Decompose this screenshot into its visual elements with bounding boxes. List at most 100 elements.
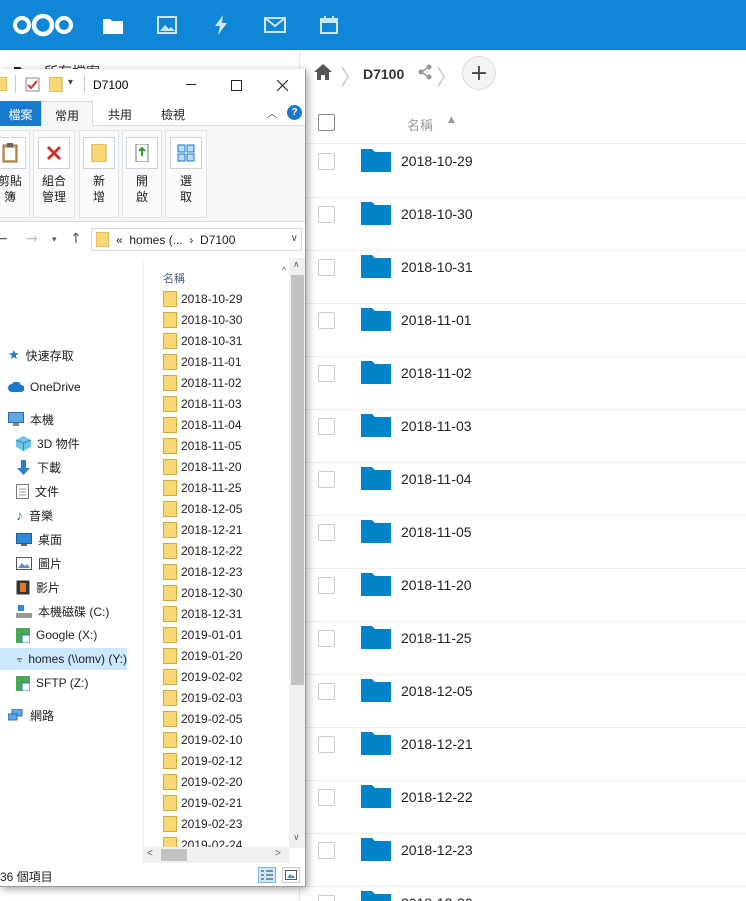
nav-item-downloads[interactable]: 下載: [16, 456, 143, 478]
list-item[interactable]: 2018-11-01: [163, 351, 242, 372]
file-name[interactable]: 2018-11-04: [401, 471, 472, 487]
scroll-down-icon[interactable]: ∨: [293, 832, 300, 843]
details-view-button[interactable]: [258, 867, 276, 883]
file-name[interactable]: 2018-10-31: [401, 259, 473, 275]
nav-item-local-disk[interactable]: 本機磁碟 (C:): [16, 600, 143, 622]
list-item[interactable]: 2018-10-29: [163, 288, 242, 309]
table-row[interactable]: 2018-10-30: [300, 198, 746, 251]
nav-item-desktop[interactable]: 桌面: [16, 528, 143, 550]
nav-item-pictures[interactable]: 圖片: [16, 552, 143, 574]
table-row[interactable]: 2018-11-02: [300, 357, 746, 410]
minimize-button[interactable]: [176, 73, 206, 97]
name-column-header[interactable]: 名稱: [407, 115, 433, 134]
table-row[interactable]: 2018-11-04: [300, 463, 746, 516]
list-item[interactable]: 2018-10-30: [163, 309, 242, 330]
share-icon[interactable]: [417, 64, 433, 83]
list-item[interactable]: 2018-11-05: [163, 435, 242, 456]
address-input[interactable]: « homes (... › D7100 ∨: [91, 228, 302, 251]
list-item[interactable]: 2019-02-03: [163, 687, 242, 708]
file-name[interactable]: 2018-12-21: [401, 736, 473, 752]
list-item[interactable]: 2018-12-30: [163, 582, 242, 603]
nextcloud-logo-icon[interactable]: [12, 12, 74, 41]
close-button[interactable]: [267, 73, 297, 97]
file-name[interactable]: 2018-12-23: [401, 842, 473, 858]
file-name[interactable]: 2018-12-05: [401, 683, 473, 699]
file-name[interactable]: 2018-11-25: [401, 630, 472, 646]
nav-item-network[interactable]: 網路: [8, 704, 143, 726]
nav-item-documents[interactable]: 文件: [16, 480, 143, 502]
scroll-up-icon[interactable]: ∧: [293, 259, 300, 270]
scroll-left-icon[interactable]: <: [147, 848, 153, 859]
scrollbar-thumb[interactable]: [291, 275, 304, 685]
list-item[interactable]: 2019-02-20: [163, 771, 242, 792]
table-row[interactable]: 2018-11-03: [300, 410, 746, 463]
row-checkbox[interactable]: [318, 895, 335, 901]
list-item[interactable]: 2018-12-31: [163, 603, 242, 624]
list-item[interactable]: 2019-02-21: [163, 792, 242, 813]
properties-icon[interactable]: [25, 77, 40, 95]
file-name[interactable]: 2018-12-30: [401, 895, 473, 901]
nav-item-3d-objects[interactable]: 3D 物件: [16, 432, 143, 454]
files-icon[interactable]: [98, 10, 128, 40]
row-checkbox[interactable]: [318, 736, 335, 753]
help-icon[interactable]: ?: [287, 105, 302, 120]
calendar-icon[interactable]: [314, 10, 344, 40]
name-column-header[interactable]: 名稱: [163, 270, 185, 286]
nav-item-homes[interactable]: homes (\\omv) (Y:): [0, 648, 127, 670]
up-arrow-icon[interactable]: ↑: [70, 231, 82, 247]
row-checkbox[interactable]: [318, 365, 335, 382]
new-folder-icon[interactable]: [48, 76, 63, 95]
row-checkbox[interactable]: [318, 259, 335, 276]
select-button[interactable]: 選 取: [165, 130, 207, 218]
table-row[interactable]: 2018-10-31: [300, 251, 746, 304]
table-row[interactable]: 2018-12-23: [300, 834, 746, 887]
row-checkbox[interactable]: [318, 312, 335, 329]
large-icons-view-button[interactable]: [282, 867, 300, 883]
scroll-right-icon[interactable]: >: [275, 848, 281, 859]
file-name[interactable]: 2018-11-20: [401, 577, 472, 593]
file-name[interactable]: 2018-11-05: [401, 524, 472, 540]
horizontal-scrollbar[interactable]: < >: [143, 847, 289, 863]
list-item[interactable]: 2019-01-20: [163, 645, 242, 666]
list-item[interactable]: 2018-11-03: [163, 393, 242, 414]
home-icon[interactable]: [314, 64, 332, 83]
nav-item-sftp[interactable]: SFTP (Z:): [16, 672, 143, 694]
row-checkbox[interactable]: [318, 153, 335, 170]
recent-locations-icon[interactable]: ▾: [52, 235, 57, 245]
list-item[interactable]: 2018-11-25: [163, 477, 242, 498]
row-checkbox[interactable]: [318, 524, 335, 541]
back-arrow-icon[interactable]: ←: [0, 231, 8, 247]
vertical-scrollbar[interactable]: ∧ ∨: [289, 258, 305, 848]
new-button[interactable]: 新 增: [79, 130, 119, 218]
list-item[interactable]: 2018-12-22: [163, 540, 242, 561]
table-row[interactable]: 2018-11-05: [300, 516, 746, 569]
chevron-down-icon[interactable]: ∨: [291, 233, 298, 244]
row-checkbox[interactable]: [318, 789, 335, 806]
list-item[interactable]: 2019-02-02: [163, 666, 242, 687]
list-item[interactable]: 2019-02-23: [163, 813, 242, 834]
list-item[interactable]: 2018-12-23: [163, 561, 242, 582]
list-item[interactable]: 2019-02-12: [163, 750, 242, 771]
table-row[interactable]: 2018-11-20: [300, 569, 746, 622]
file-name[interactable]: 2018-10-30: [401, 206, 473, 222]
scrollbar-thumb[interactable]: [161, 849, 187, 861]
table-row[interactable]: 2018-12-30: [300, 887, 746, 901]
list-item[interactable]: 2018-11-04: [163, 414, 242, 435]
row-checkbox[interactable]: [318, 630, 335, 647]
row-checkbox[interactable]: [318, 683, 335, 700]
list-item[interactable]: 2018-10-31: [163, 330, 242, 351]
table-row[interactable]: 2018-12-05: [300, 675, 746, 728]
table-row[interactable]: 2018-12-21: [300, 728, 746, 781]
nav-item-this-pc[interactable]: 本機: [8, 408, 143, 430]
tab-view[interactable]: 檢視: [153, 101, 193, 126]
list-item[interactable]: 2018-12-05: [163, 498, 242, 519]
file-name[interactable]: 2018-11-03: [401, 418, 472, 434]
forward-arrow-icon[interactable]: →: [26, 231, 38, 247]
row-checkbox[interactable]: [318, 471, 335, 488]
file-name[interactable]: 2018-11-02: [401, 365, 472, 381]
list-item[interactable]: 2019-02-10: [163, 729, 242, 750]
gallery-icon[interactable]: [152, 10, 182, 40]
list-item[interactable]: 2018-11-20: [163, 456, 242, 477]
organize-button[interactable]: 組合 管理: [33, 130, 75, 218]
tab-home[interactable]: 常用: [41, 101, 93, 127]
